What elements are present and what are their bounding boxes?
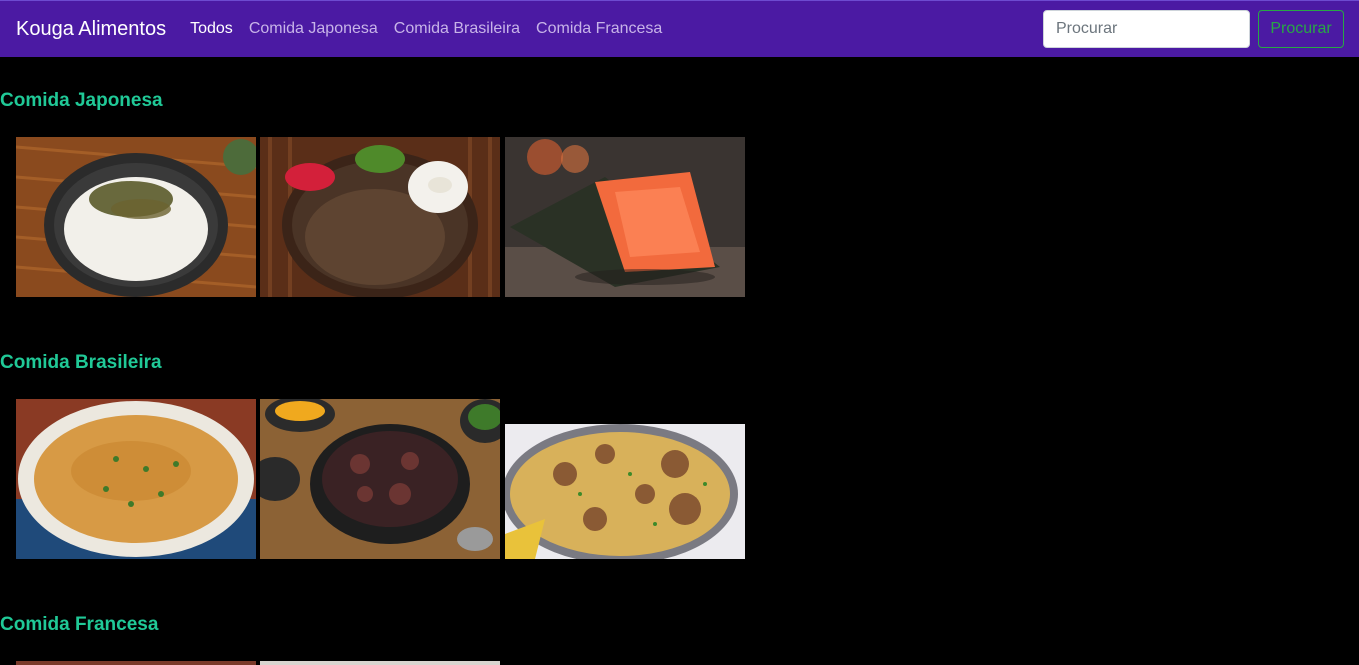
section-title-brasileira: Comida Brasileira	[0, 352, 162, 373]
search-form: Procurar	[1043, 10, 1344, 48]
nav-links: Todos Comida Japonesa Comida Brasileira …	[190, 20, 678, 38]
food-image-temaki[interactable]	[505, 137, 745, 297]
food-image-feijoada[interactable]	[260, 399, 500, 559]
top-navbar: Kouga Alimentos Todos Comida Japonesa Co…	[0, 0, 1359, 57]
food-image-rice-bowl[interactable]	[16, 137, 256, 297]
food-image-french-1[interactable]	[16, 661, 256, 665]
brand-logo-link[interactable]: Kouga Alimentos	[16, 18, 166, 41]
nav-link-comida-brasileira[interactable]: Comida Brasileira	[394, 20, 520, 38]
food-image-soup[interactable]	[16, 399, 256, 559]
food-image-rice-dish[interactable]	[505, 424, 745, 559]
search-button[interactable]: Procurar	[1258, 10, 1344, 48]
food-image-beef-bowl[interactable]	[260, 137, 500, 297]
search-input[interactable]	[1043, 10, 1250, 48]
section-title-japonesa: Comida Japonesa	[0, 90, 163, 111]
nav-link-comida-japonesa[interactable]: Comida Japonesa	[249, 20, 378, 38]
nav-link-todos[interactable]: Todos	[190, 20, 233, 38]
food-image-french-2[interactable]	[260, 661, 500, 665]
section-title-francesa: Comida Francesa	[0, 614, 159, 635]
nav-link-comida-francesa[interactable]: Comida Francesa	[536, 20, 662, 38]
